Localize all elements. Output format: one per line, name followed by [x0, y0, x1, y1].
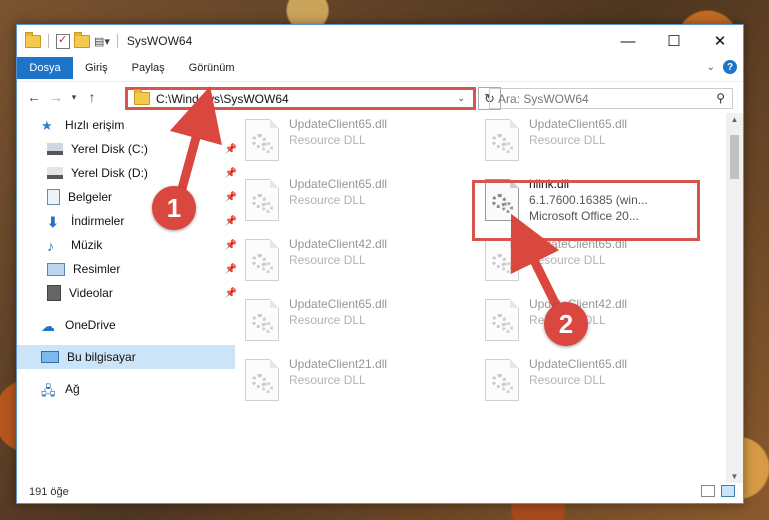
step-badge-1: 1	[152, 186, 196, 230]
arrow-to-file	[510, 213, 565, 315]
annotation-arrows	[169, 85, 565, 315]
arrow-to-address-bar	[169, 85, 222, 198]
step-badge-2: 2	[544, 302, 588, 346]
